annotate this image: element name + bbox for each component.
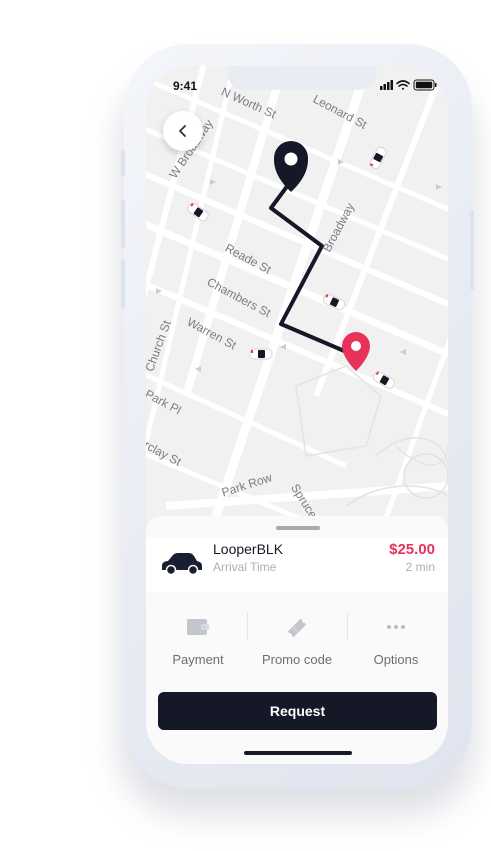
payment-option[interactable]: Payment [148,602,248,672]
ride-subtitle: Arrival Time [213,560,277,574]
app-screen: Leonard St N Worth St W Broadway Broadwa… [146,66,448,764]
options-row: Payment Promo code Options [146,602,448,672]
status-icons [380,78,440,92]
car-icon [162,553,202,576]
volume-up-button [121,200,125,248]
notch [227,66,377,90]
options-label: Options [373,652,419,667]
signal-icon [380,80,393,90]
back-button[interactable] [163,111,203,151]
ticket-icon [287,618,307,638]
payment-label: Payment [172,652,224,667]
ride-sheet: LooperBLK Arrival Time $25.00 2 min Paym… [146,516,448,764]
more-options[interactable]: Options [346,602,446,672]
promo-code-option[interactable]: Promo code [247,602,347,672]
ride-name: LooperBLK [213,541,284,557]
battery-icon [413,79,437,91]
wallet-icon [187,619,209,635]
home-indicator [244,751,352,755]
promo-code-label: Promo code [261,652,333,667]
ride-option-selected[interactable]: LooperBLK Arrival Time $25.00 2 min [146,538,448,592]
status-time: 9:41 [173,79,198,93]
power-button [470,210,474,290]
more-dots-icon [387,625,405,629]
ride-eta: 2 min [405,560,435,574]
request-button[interactable]: Request [158,692,437,730]
chevron-left-icon [179,125,186,137]
wifi-icon [396,80,410,90]
status-bar: 9:41 [146,66,448,106]
volume-down-button [121,260,125,308]
drag-handle[interactable] [276,526,320,530]
mute-switch [121,150,125,176]
ride-price: $25.00 [389,541,435,558]
